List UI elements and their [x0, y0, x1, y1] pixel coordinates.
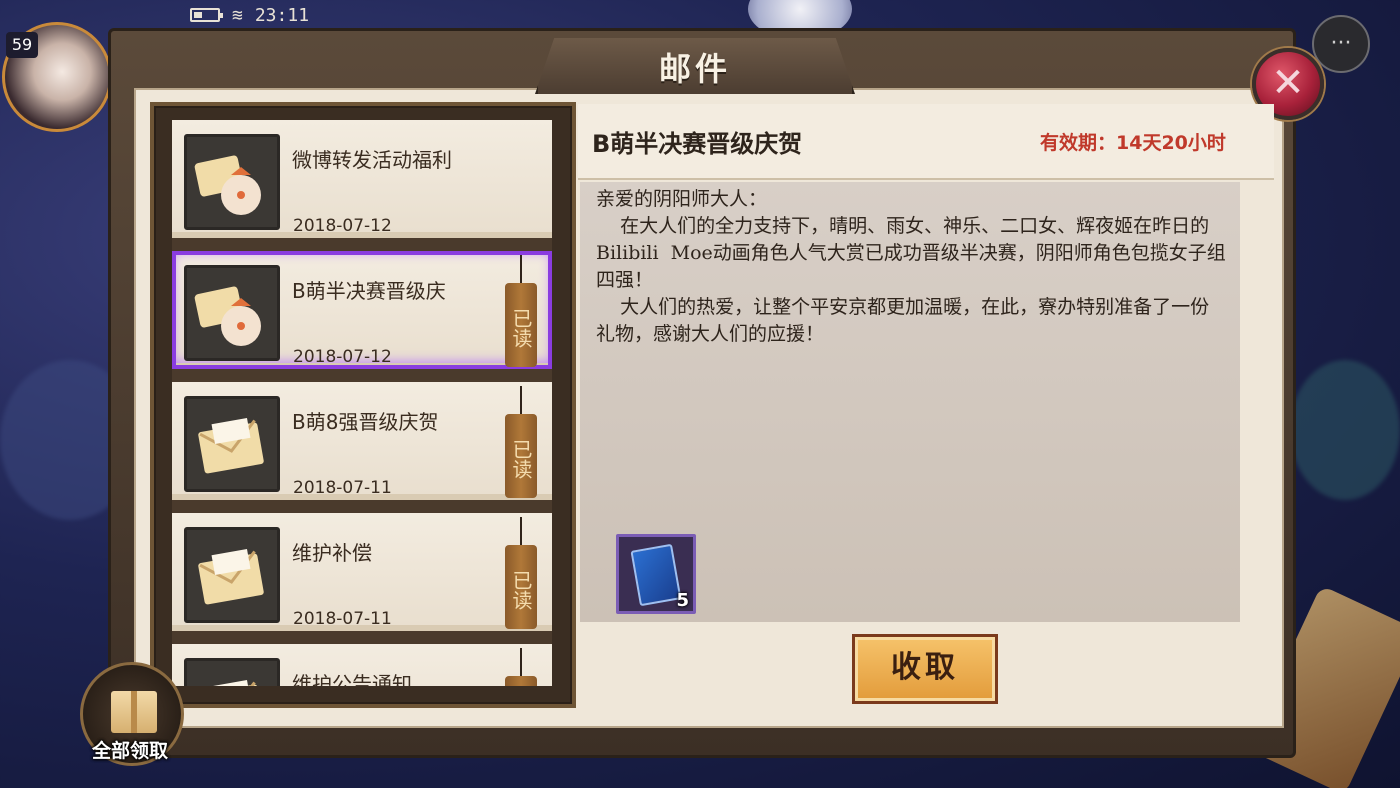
mail-list-item-title: B萌半决赛晋级庆 [292, 279, 446, 303]
reward-item[interactable]: 5 [616, 534, 696, 614]
mail-list-item-title: 维护补偿 [292, 541, 372, 565]
reward-count: 5 [676, 590, 689, 611]
read-tag: 已读 [505, 545, 537, 629]
mail-list-item-title: B萌8强晋级庆贺 [292, 410, 439, 434]
player-level-badge: 59 [6, 32, 38, 58]
mail-list-item[interactable]: B萌8强晋级庆贺 2018-07-11 已读 [172, 382, 552, 500]
gift-bundle-icon [184, 134, 280, 230]
status-time: 23:11 [254, 4, 310, 26]
mail-list[interactable]: 微博转发活动福利 2018-07-12 B萌半决赛晋级庆 2018-07-12 已读 B萌… [172, 120, 552, 686]
mail-list-item-date: 2018-07-11 [293, 609, 392, 629]
read-tag: 已读 [505, 283, 537, 367]
battery-icon [190, 8, 223, 22]
mail-list-item[interactable]: 维护补偿 2018-07-11 已读 [172, 513, 552, 631]
envelope-icon [184, 658, 280, 686]
mail-list-item-date: 2018-07-11 [293, 478, 392, 498]
mail-list-item[interactable]: 微博转发活动福利 2018-07-12 [172, 120, 552, 238]
background-glow [1290, 360, 1400, 500]
status-bar: ≋ 23:11 [190, 3, 309, 27]
read-tag-string [520, 648, 522, 678]
wifi-icon: ≋ [232, 4, 243, 26]
mail-list-item[interactable]: 维护公告通知 已读 [172, 644, 552, 686]
mail-list-item-date: 2018-07-12 [293, 347, 392, 367]
mail-body-text: 亲爱的阴阳师大人： 在大人们的全力支持下，晴明、雨女、神乐、二口女、辉夜姬在昨日… [596, 188, 1226, 345]
read-tag-string [520, 255, 522, 285]
envelope-icon [184, 396, 280, 492]
read-tag-string [520, 386, 522, 416]
read-tag-string [520, 517, 522, 547]
window-title: 邮件 [658, 50, 731, 88]
read-tag: 已读 [505, 414, 537, 498]
claim-all-label: 全部领取 [91, 740, 168, 762]
mail-list-item-date: 2018-07-12 [293, 216, 392, 236]
mail-subject: B萌半决赛晋级庆贺 [592, 130, 803, 158]
mail-list-item-title: 维护公告通知 [292, 672, 412, 686]
collect-button[interactable]: 收取 [852, 634, 998, 704]
read-tag: 已读 [505, 676, 537, 686]
mail-list-item[interactable]: B萌半决赛晋级庆 2018-07-12 已读 [172, 251, 552, 369]
mail-list-item-title: 微博转发活动福利 [292, 148, 452, 172]
chat-button[interactable]: ··· [1312, 15, 1370, 73]
ticket-icon [630, 543, 682, 607]
gift-bundle-icon [184, 265, 280, 361]
envelope-icon [184, 527, 280, 623]
gift-icon [111, 691, 157, 733]
mail-validity: 有效期：14天20小时 [1040, 132, 1226, 154]
